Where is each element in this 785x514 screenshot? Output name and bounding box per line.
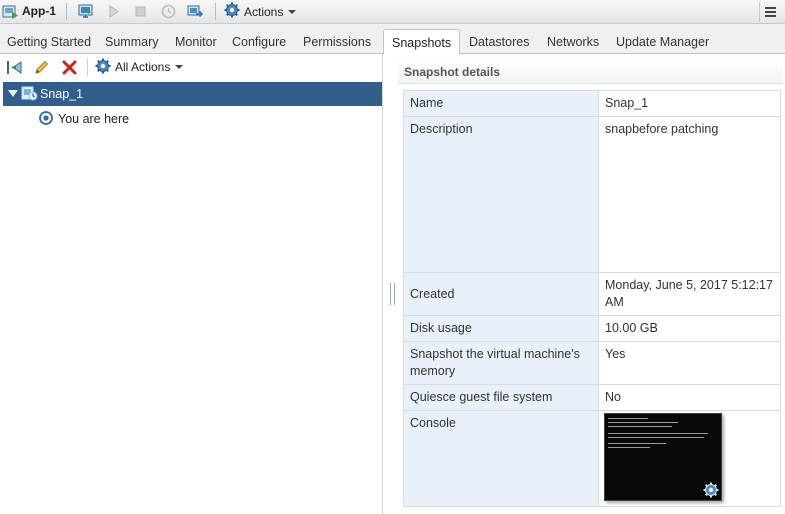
delete-x-icon[interactable] [61, 59, 78, 76]
toolbar-divider [87, 58, 88, 76]
row-key: Quiesce guest file system [403, 384, 599, 411]
tab-monitor[interactable]: Monitor [175, 35, 217, 49]
row-key: Disk usage [403, 315, 599, 342]
chevron-down-icon [175, 65, 184, 69]
row-value: No [598, 384, 781, 411]
table-row: Created Monday, June 5, 2017 5:12:17 AM [403, 272, 781, 316]
edit-pencil-icon[interactable] [33, 59, 50, 76]
console-text-line [608, 433, 708, 434]
row-value: 10.00 GB [598, 315, 781, 342]
table-row: Snapshot the virtual machine's memory Ye… [403, 341, 781, 385]
take-snapshot-icon[interactable] [160, 3, 177, 20]
gear-icon [702, 481, 719, 498]
table-row: Name Snap_1 [403, 90, 781, 117]
table-row: Console [403, 410, 781, 507]
vm-icon [2, 3, 19, 20]
object-tabs: Getting Started Summary Monitor Configur… [0, 24, 785, 55]
snapshot-tree-panel: All Actions Snap_1 You are here [3, 54, 383, 514]
row-value: Monday, June 5, 2017 5:12:17 AM [598, 272, 781, 316]
menu-line [765, 15, 776, 17]
snapshot-icon [21, 85, 38, 102]
row-value: Snap_1 [598, 90, 781, 117]
details-header: Snapshot details [398, 58, 783, 84]
row-value: Yes [598, 341, 781, 385]
row-key: Name [403, 90, 599, 117]
details-table: Name Snap_1 Description snapbefore patch… [403, 90, 781, 507]
console-text-line [608, 443, 666, 444]
vm-title: App-1 [22, 4, 56, 18]
snapshot-tree-node[interactable]: Snap_1 [3, 82, 382, 106]
revert-snapshot-icon[interactable] [6, 59, 23, 76]
gear-icon [95, 58, 111, 77]
actions-menu-button[interactable]: Actions [224, 2, 297, 21]
gear-icon [224, 2, 240, 21]
row-key: Console [403, 410, 599, 507]
tab-networks[interactable]: Networks [547, 35, 599, 49]
chevron-down-icon [288, 9, 297, 14]
snapshot-details-panel: Snapshot details Name Snap_1 Description… [398, 54, 785, 514]
tab-snapshots[interactable]: Snapshots [383, 29, 461, 55]
tab-configure[interactable]: Configure [232, 35, 286, 49]
toolbar-divider [66, 3, 67, 20]
snapshot-tree-label: Snap_1 [40, 87, 84, 101]
tab-getting-started[interactable]: Getting Started [7, 35, 91, 49]
expand-triangle-icon[interactable] [8, 90, 18, 97]
object-toolbar: App-1 Actions [0, 0, 785, 24]
menu-line [765, 11, 776, 13]
panel-menu-button[interactable] [759, 2, 781, 22]
row-key: Created [403, 272, 599, 316]
tab-summary[interactable]: Summary [105, 35, 158, 49]
console-text-line [608, 447, 650, 448]
table-row: Description snapbefore patching [403, 116, 781, 273]
row-value [598, 410, 781, 507]
power-off-icon[interactable] [132, 3, 149, 20]
console-text-line [608, 437, 704, 438]
row-value: snapbefore patching [598, 116, 781, 273]
console-thumbnail[interactable] [604, 413, 722, 501]
console-text-line [608, 422, 678, 423]
power-on-icon[interactable] [105, 3, 122, 20]
console-text-line [608, 426, 672, 427]
tab-datastores[interactable]: Datastores [469, 35, 529, 49]
row-key: Description [403, 116, 599, 273]
tab-permissions[interactable]: Permissions [303, 35, 371, 49]
snapshot-toolbar: All Actions [3, 54, 383, 81]
you-are-here-label: You are here [58, 112, 130, 126]
menu-line [765, 7, 776, 9]
details-title: Snapshot details [404, 65, 501, 79]
console-text-line [608, 418, 648, 419]
migrate-icon[interactable] [187, 3, 204, 20]
row-key: Snapshot the virtual machine's memory [403, 341, 599, 385]
open-console-icon[interactable] [77, 3, 94, 20]
panel-splitter-handle[interactable] [390, 283, 395, 305]
all-actions-label: All Actions [115, 60, 171, 74]
all-actions-menu-button[interactable]: All Actions [95, 58, 184, 77]
location-target-icon [39, 110, 53, 128]
table-row: Disk usage 10.00 GB [403, 315, 781, 342]
actions-label: Actions [244, 4, 284, 19]
you-are-here-marker: You are here [39, 110, 130, 128]
toolbar-divider [215, 3, 216, 20]
table-row: Quiesce guest file system No [403, 384, 781, 411]
tab-update-manager[interactable]: Update Manager [616, 35, 709, 49]
